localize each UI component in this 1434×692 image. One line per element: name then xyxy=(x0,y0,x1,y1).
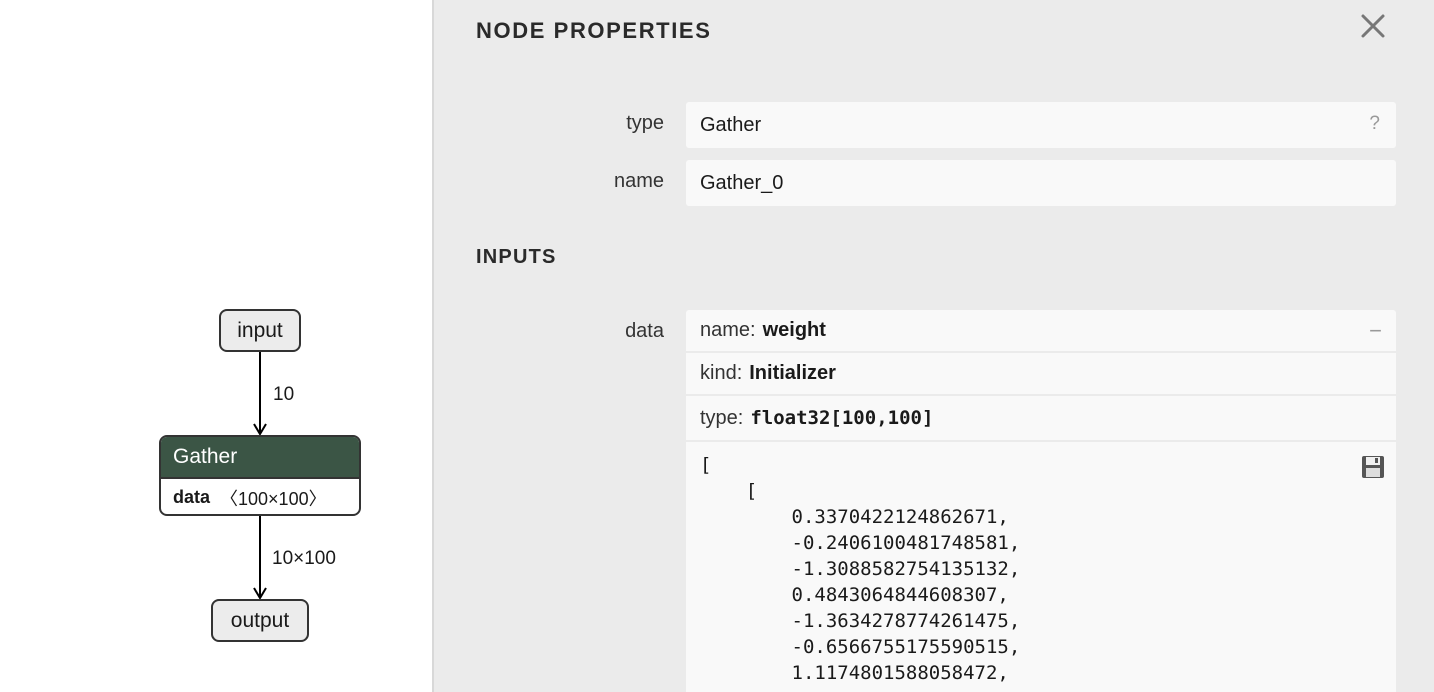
type-field[interactable]: Gather ? xyxy=(686,102,1396,148)
graph-node-attr-name: data xyxy=(173,487,211,507)
graph-node-input[interactable]: input xyxy=(219,309,301,352)
collapse-icon[interactable]: − xyxy=(1369,318,1382,344)
input-type-value: float32[100,100] xyxy=(750,407,934,429)
graph-canvas[interactable]: input 10 Gather data 〈100×100〉 10×100 ou… xyxy=(0,0,433,692)
sidebar-title: NODE PROPERTIES xyxy=(476,18,712,43)
type-value: Gather xyxy=(700,113,762,136)
help-icon[interactable]: ? xyxy=(1369,113,1380,135)
edge-label-input-gather: 10 xyxy=(273,384,295,405)
graph-node-gather-title: Gather xyxy=(161,437,359,479)
input-name-key: name: xyxy=(700,319,756,341)
name-value: Gather_0 xyxy=(700,171,784,194)
inputs-section-title: INPUTS xyxy=(476,246,557,268)
input-data-card: name: weight − kind: Initializer type: f… xyxy=(686,310,1396,692)
graph-node-gather-attribute: data 〈100×100〉 xyxy=(161,479,359,514)
name-label: name xyxy=(613,170,664,192)
save-icon[interactable] xyxy=(1360,454,1386,485)
input-kind-value: Initializer xyxy=(749,362,836,384)
tensor-values: [ [ 0.3370422124862671, -0.2406100481748… xyxy=(700,454,1021,684)
graph-node-attr-shape: 〈100×100〉 xyxy=(220,488,327,509)
graph-node-gather[interactable]: Gather data 〈100×100〉 xyxy=(159,435,361,516)
tensor-value-panel: [ [ 0.3370422124862671, -0.2406100481748… xyxy=(686,442,1396,686)
graph-node-output-label: output xyxy=(230,608,290,632)
input-data-label: data xyxy=(625,320,664,342)
node-properties-sidebar: NODE PROPERTIES type Gather ? name Gathe… xyxy=(432,0,1434,692)
edge-label-gather-output: 10×100 xyxy=(272,548,336,569)
input-kind-key: kind: xyxy=(700,362,743,384)
close-icon[interactable] xyxy=(1358,8,1388,44)
graph-node-output[interactable]: output xyxy=(211,599,309,642)
input-name-value: weight xyxy=(762,319,826,341)
input-name-row: name: weight − xyxy=(686,310,1396,353)
input-type-key: type: xyxy=(700,406,744,429)
name-field[interactable]: Gather_0 xyxy=(686,160,1396,206)
type-label: type xyxy=(626,112,664,134)
input-type-row: type: float32[100,100] xyxy=(686,396,1396,442)
graph-node-input-label: input xyxy=(237,318,283,342)
input-kind-row: kind: Initializer xyxy=(686,353,1396,396)
graph-edges xyxy=(253,352,267,600)
